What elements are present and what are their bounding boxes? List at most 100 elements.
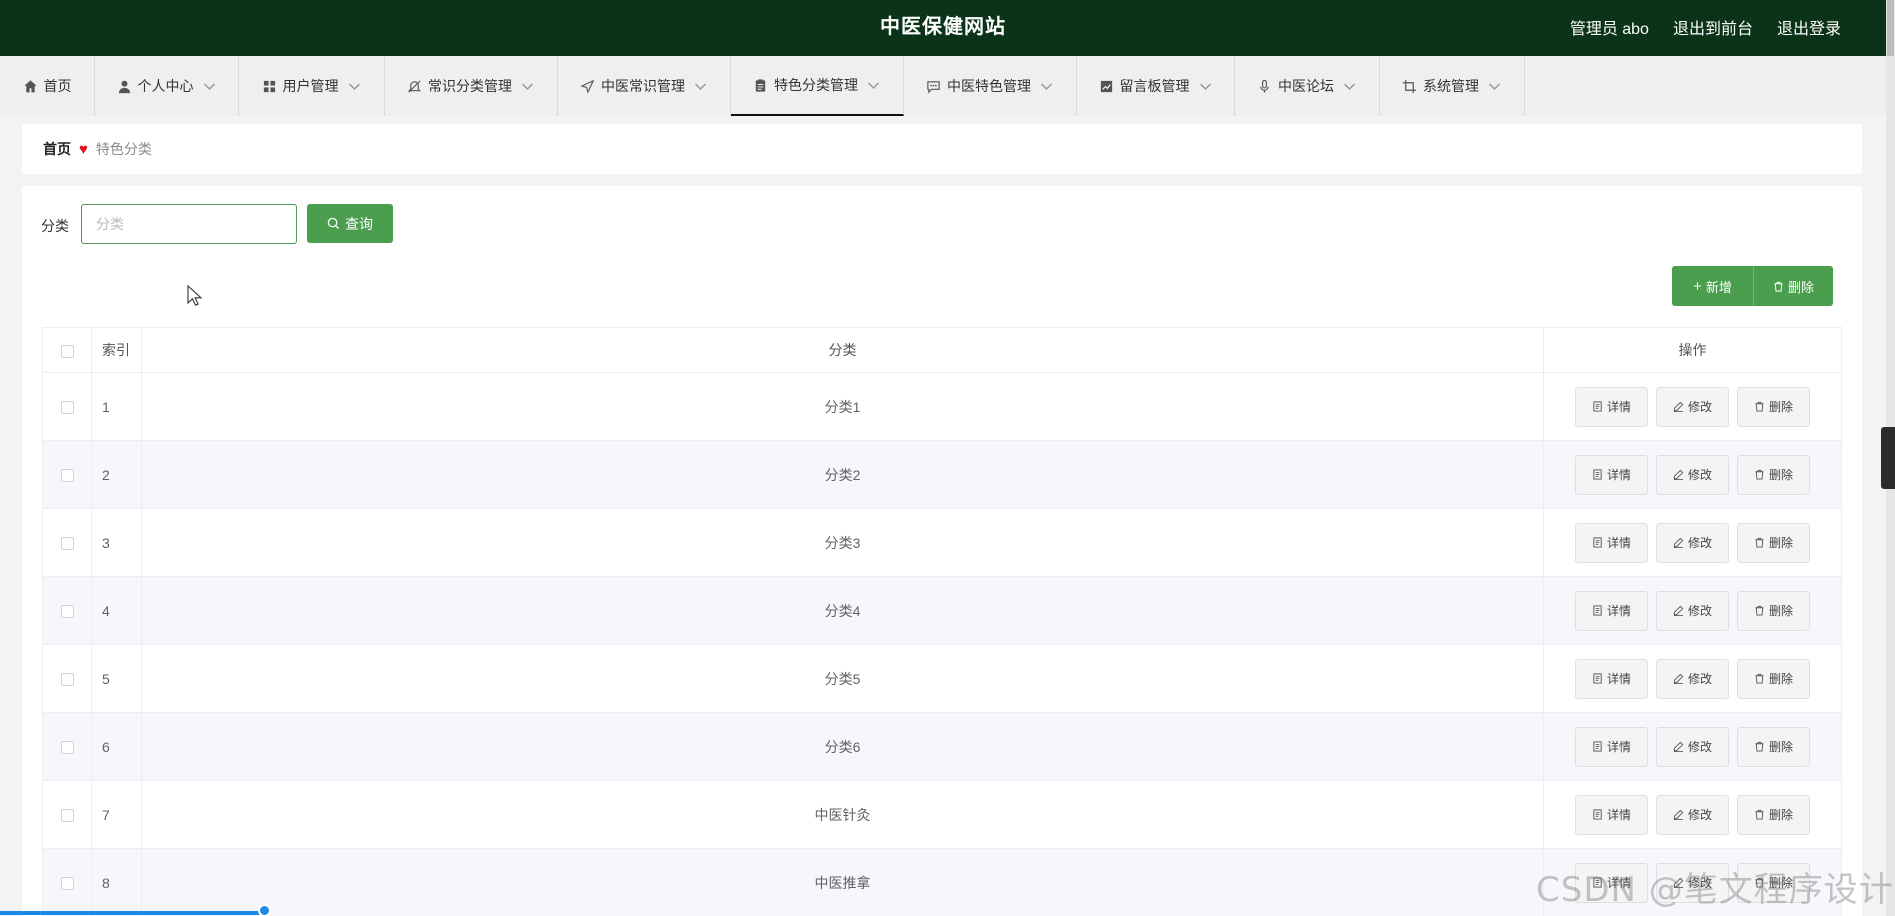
detail-button[interactable]: 详情: [1575, 726, 1648, 767]
nav-label: 中医论坛: [1278, 78, 1334, 94]
edit-button[interactable]: 修改: [1656, 658, 1729, 699]
row-checkbox[interactable]: [60, 537, 74, 551]
delete-button[interactable]: 删除: [1737, 454, 1810, 495]
chat-icon: [927, 80, 940, 93]
search-button[interactable]: 查询: [307, 204, 393, 243]
nav-item-personal-center[interactable]: 个人中心: [95, 56, 239, 116]
nav-item-knowledge-category[interactable]: 常识分类管理: [385, 56, 558, 116]
delete-button[interactable]: 删除: [1737, 794, 1810, 835]
row-checkbox[interactable]: [60, 673, 74, 687]
row-category: 分类2: [141, 440, 1544, 509]
row-select-cell: [42, 508, 92, 577]
delete-button[interactable]: 删除: [1737, 590, 1810, 631]
nav-item-feature-category[interactable]: 特色分类管理: [731, 56, 904, 116]
detail-button[interactable]: 详情: [1575, 386, 1648, 427]
row-checkbox[interactable]: [60, 809, 74, 823]
row-select-cell: [42, 440, 92, 509]
trash-icon: [1755, 401, 1764, 412]
admin-username: 管理员 abo: [1569, 21, 1649, 38]
bulk-delete-button[interactable]: 删除: [1753, 266, 1833, 306]
nav-item-tcm-knowledge[interactable]: 中医常识管理: [558, 56, 731, 116]
row-category: 分类5: [141, 644, 1544, 713]
logout-link[interactable]: 退出登录: [1777, 15, 1841, 39]
chevron-down-icon: [1040, 82, 1053, 90]
delete-button[interactable]: 删除: [1737, 522, 1810, 563]
detail-label: 详情: [1606, 468, 1631, 482]
detail-button[interactable]: 详情: [1575, 590, 1648, 631]
delete-button[interactable]: 删除: [1737, 726, 1810, 767]
nav-item-message-board[interactable]: 留言板管理: [1077, 56, 1235, 116]
detail-label: 详情: [1606, 604, 1631, 618]
nav-item-tcm-forum[interactable]: 中医论坛: [1235, 56, 1380, 116]
plus-icon: +: [1693, 277, 1702, 295]
scrollbar-thumb[interactable]: [1887, 0, 1894, 56]
row-checkbox[interactable]: [60, 605, 74, 619]
pencil-icon: [1673, 401, 1684, 412]
grid-icon: [263, 80, 275, 92]
chart-icon: [1100, 80, 1112, 92]
nav-label: 个人中心: [137, 78, 194, 94]
edit-button[interactable]: 修改: [1656, 590, 1729, 631]
row-category: 分类1: [141, 372, 1544, 441]
row-index: 3: [91, 508, 142, 577]
row-select-cell: [42, 372, 92, 441]
detail-label: 详情: [1606, 536, 1631, 550]
select-all-checkbox[interactable]: [60, 344, 74, 358]
nav-item-system-management[interactable]: 系统管理: [1380, 56, 1525, 116]
nav-label: 用户管理: [282, 78, 339, 94]
row-operations: 详情 修改 删除: [1543, 644, 1842, 713]
header-index: 索引: [91, 327, 142, 373]
side-drawer-handle[interactable]: [1881, 427, 1895, 489]
add-button[interactable]: + 新增: [1672, 266, 1753, 306]
delete-button[interactable]: 删除: [1737, 386, 1810, 427]
send-icon: [580, 79, 595, 94]
add-button-label: 新增: [1705, 279, 1732, 295]
nav-item-user-management[interactable]: 用户管理: [239, 56, 385, 116]
table-row: 4 分类4 详情 修改 删除: [42, 576, 1842, 645]
back-to-front-link[interactable]: 退出到前台: [1673, 15, 1753, 39]
delete-label: 删除: [1768, 672, 1793, 686]
detail-button[interactable]: 详情: [1575, 658, 1648, 699]
edit-button[interactable]: 修改: [1656, 454, 1729, 495]
detail-label: 详情: [1606, 808, 1631, 822]
breadcrumb-home[interactable]: 首页: [43, 139, 71, 159]
row-operations: 详情 修改 删除: [1543, 780, 1842, 849]
chevron-down-icon: [1199, 82, 1211, 90]
detail-button[interactable]: 详情: [1575, 454, 1648, 495]
edit-label: 修改: [1687, 808, 1712, 822]
header-category: 分类: [141, 327, 1544, 373]
trash-icon: [1755, 605, 1764, 616]
search-label: 分类: [41, 218, 69, 234]
search-icon: [327, 217, 340, 230]
row-checkbox[interactable]: [60, 877, 74, 891]
pencil-icon: [1673, 605, 1684, 616]
category-search-input[interactable]: [81, 204, 297, 244]
search-button-label: 查询: [345, 215, 373, 232]
nav-label: 系统管理: [1423, 78, 1479, 94]
nav-item-home[interactable]: 首页: [0, 56, 95, 116]
edit-button[interactable]: 修改: [1656, 522, 1729, 563]
table-row: 5 分类5 详情 修改 删除: [42, 644, 1842, 713]
document-icon: [1593, 741, 1602, 752]
nav-label: 中医特色管理: [947, 78, 1031, 94]
row-checkbox[interactable]: [60, 741, 74, 755]
row-checkbox[interactable]: [60, 469, 74, 483]
edit-button[interactable]: 修改: [1656, 726, 1729, 767]
bell-off-icon: [407, 79, 422, 93]
row-checkbox[interactable]: [60, 401, 74, 415]
row-operations: 详情 修改 删除: [1543, 440, 1842, 509]
row-category: 分类3: [141, 508, 1544, 577]
edit-button[interactable]: 修改: [1656, 386, 1729, 427]
delete-button[interactable]: 删除: [1737, 658, 1810, 699]
detail-button[interactable]: 详情: [1575, 794, 1648, 835]
select-all-cell: [42, 327, 92, 373]
row-select-cell: [42, 848, 92, 916]
row-operations: 详情 修改 删除: [1543, 372, 1842, 441]
mouse-cursor-icon: [187, 285, 203, 307]
detail-button[interactable]: 详情: [1575, 522, 1648, 563]
chevron-down-icon: [867, 81, 880, 89]
edit-button[interactable]: 修改: [1656, 794, 1729, 835]
row-select-cell: [42, 712, 92, 781]
nav-item-tcm-feature[interactable]: 中医特色管理: [904, 56, 1077, 116]
home-icon: [23, 79, 37, 92]
